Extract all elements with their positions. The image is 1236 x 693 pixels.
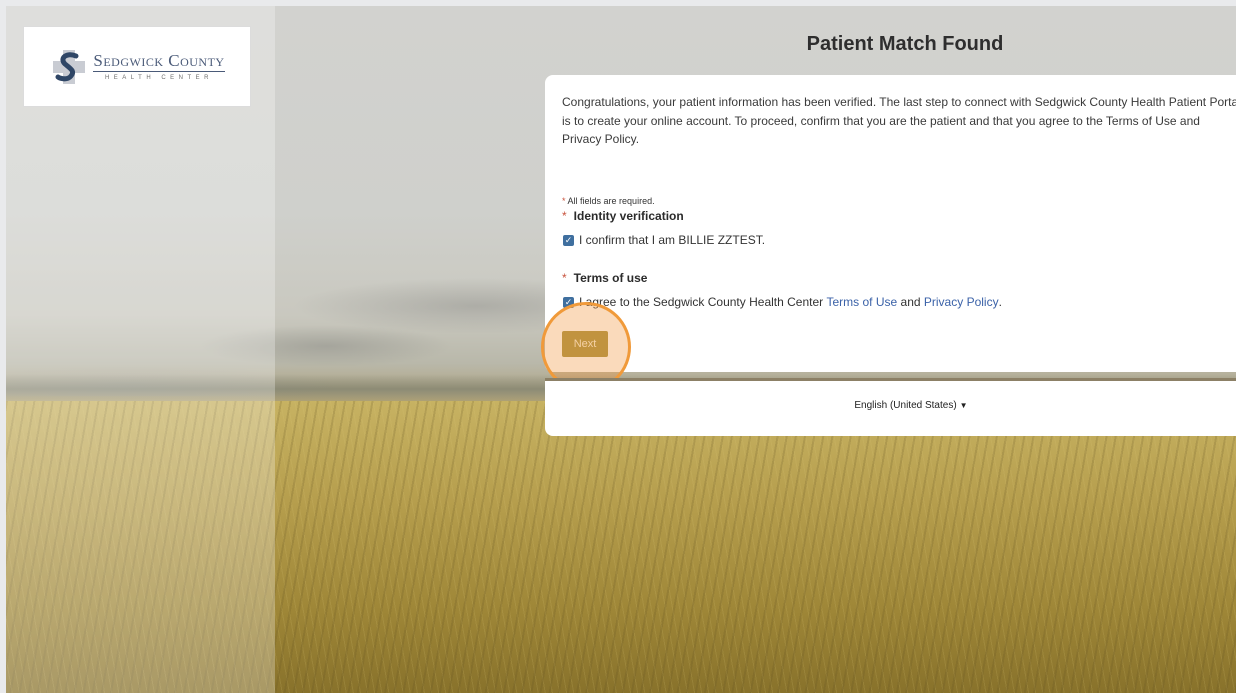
privacy-policy-link[interactable]: Privacy Policy — [924, 295, 999, 309]
required-star: * — [562, 196, 566, 206]
required-star: * — [562, 271, 567, 285]
identity-heading: * Identity verification — [562, 209, 684, 223]
logo-subtitle: HEALTH CENTER — [104, 75, 214, 81]
verification-card: Congratulations, your patient informatio… — [545, 75, 1236, 372]
required-note-text: All fields are required. — [567, 196, 655, 206]
identity-heading-text: Identity verification — [573, 209, 684, 223]
checkmark-icon: ✓ — [564, 234, 573, 245]
identity-checkbox-label[interactable]: I confirm that I am BILLIE ZZTEST. — [579, 233, 765, 247]
chevron-down-icon: ▼ — [959, 401, 968, 410]
identity-checkbox-row[interactable]: ✓ I confirm that I am BILLIE ZZTEST. — [563, 233, 765, 247]
logo-text: Sedgwick County HEALTH CENTER — [93, 51, 225, 81]
required-note: * All fields are required. — [562, 196, 655, 206]
intro-text: Congratulations, your patient informatio… — [562, 95, 1236, 146]
language-selector[interactable]: English (United States) ▼ — [545, 400, 1236, 411]
page-title: Patient Match Found — [806, 33, 1004, 55]
identity-checkbox[interactable]: ✓ — [563, 234, 574, 246]
terms-label-and: and — [900, 295, 921, 309]
language-label[interactable]: English (United States) — [854, 400, 956, 411]
terms-label-prefix[interactable]: I agree to the Sedgwick County Health Ce… — [579, 295, 823, 309]
terms-heading: * Terms of use — [562, 271, 647, 285]
sedgwick-logo-icon — [53, 49, 86, 84]
logo-content: Sedgwick County HEALTH CENTER — [49, 47, 225, 87]
terms-checkbox-row[interactable]: ✓ I agree to the Sedgwick County Health … — [563, 295, 1002, 309]
organization-logo[interactable]: Sedgwick County HEALTH CENTER — [23, 26, 251, 107]
language-footer: English (United States) ▼ — [545, 378, 1236, 436]
terms-label-suffix: . — [998, 295, 1002, 309]
logo-title: Sedgwick County — [93, 51, 225, 72]
terms-of-use-link[interactable]: Terms of Use — [826, 295, 897, 309]
left-sidebar: Sedgwick County HEALTH CENTER — [6, 6, 275, 693]
terms-heading-text: Terms of use — [573, 271, 648, 285]
required-star: * — [562, 209, 567, 223]
